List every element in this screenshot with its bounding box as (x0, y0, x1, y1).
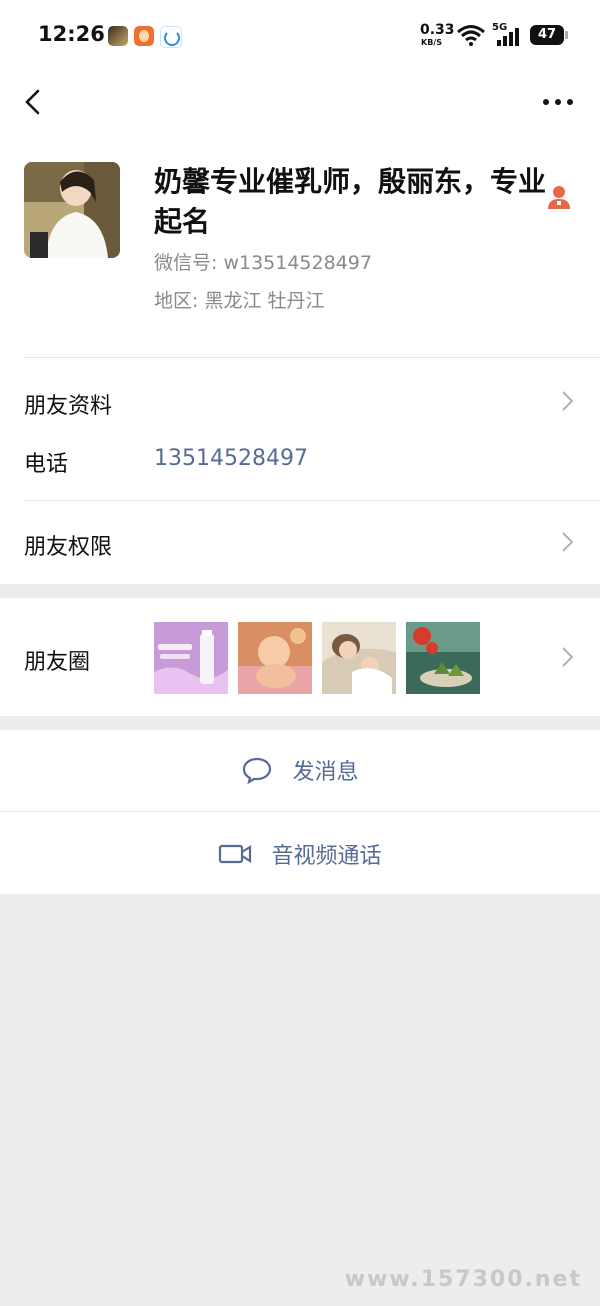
watermark: www.157300.net (344, 1267, 582, 1292)
send-message-button[interactable]: 发消息 (0, 754, 600, 786)
moment-mother (322, 622, 396, 694)
info-section: 朋友资料 电话 13514528497 朋友权限 (0, 358, 600, 584)
app-icon-blue (160, 26, 182, 48)
app-icon-game (108, 26, 128, 46)
permissions-label: 朋友权限 (24, 535, 113, 560)
moment-dumplings (406, 622, 480, 694)
friend-info-label: 朋友资料 (24, 394, 113, 419)
wechat-id: 微信号: w13514528497 (154, 252, 372, 274)
actions-section: 发消息 音视频通话 (0, 730, 600, 894)
battery-level: 47 (537, 27, 557, 42)
profile-name: 奶馨专业催乳师，殷丽东，专业起名 (154, 165, 547, 238)
signal-icon (497, 28, 519, 46)
phone-row: 电话 13514528497 (0, 442, 600, 500)
moment-baby (238, 622, 312, 694)
video-call-button[interactable]: 音视频通话 (0, 838, 600, 870)
battery-icon: 47 (530, 25, 564, 45)
chevron-left-icon[interactable] (20, 88, 48, 116)
net-speed: 0.33 (420, 22, 455, 38)
net-speed-unit: KB/S (421, 38, 442, 47)
friend-info-row[interactable]: 朋友资料 (0, 358, 600, 442)
wifi-icon (457, 25, 485, 46)
contact-person-icon (548, 186, 570, 209)
battery-tip (565, 31, 568, 39)
phone-label: 电话 (24, 452, 69, 477)
divider (0, 811, 600, 812)
more-dots-icon[interactable] (542, 98, 574, 106)
video-camera-icon (219, 844, 252, 864)
status-bar: 12:26 0.33 KB/S 5G 47 (0, 0, 600, 70)
region: 地区: 黑龙江 牡丹江 (154, 290, 325, 312)
nav-bar (0, 70, 600, 134)
send-message-label: 发消息 (292, 760, 359, 785)
permissions-row[interactable]: 朋友权限 (0, 501, 600, 584)
moment-product (154, 622, 228, 694)
profile-header: 奶馨专业催乳师，殷丽东，专业起名 微信号: w13514528497 地区: 黑… (0, 134, 600, 358)
phone-number-link[interactable]: 13514528497 (154, 446, 308, 471)
chat-bubble-icon (243, 757, 272, 784)
video-call-label: 音视频通话 (271, 844, 382, 869)
avatar[interactable] (24, 162, 120, 258)
moments-label: 朋友圈 (24, 650, 91, 675)
chevron-right-icon (562, 647, 574, 667)
chevron-right-icon (562, 532, 574, 552)
moments-row[interactable]: 朋友圈 (0, 598, 600, 716)
chevron-right-icon (562, 391, 574, 411)
app-icon-orange (134, 26, 154, 46)
status-time: 12:26 (38, 22, 105, 46)
